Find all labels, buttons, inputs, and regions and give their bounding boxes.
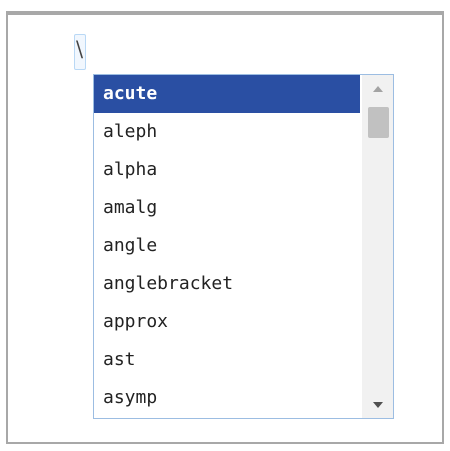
autocomplete-item-amalg[interactable]: amalg bbox=[94, 189, 360, 227]
scrollbar-thumb[interactable] bbox=[368, 107, 389, 138]
autocomplete-item-aleph[interactable]: aleph bbox=[94, 113, 360, 151]
editor-input[interactable]: \ bbox=[76, 36, 83, 62]
vertical-scrollbar[interactable] bbox=[362, 75, 393, 418]
autocomplete-item-anglebracket[interactable]: anglebracket bbox=[94, 265, 360, 303]
autocomplete-item-angle[interactable]: angle bbox=[94, 227, 360, 265]
autocomplete-item-acute[interactable]: acute bbox=[94, 75, 360, 113]
autocomplete-item-alpha[interactable]: alpha bbox=[94, 151, 360, 189]
triangle-up-icon bbox=[372, 85, 383, 92]
autocomplete-item-asymp[interactable]: asymp bbox=[94, 379, 360, 417]
autocomplete-list: acute aleph alpha amalg angle anglebrack… bbox=[94, 75, 360, 418]
autocomplete-popup[interactable]: acute aleph alpha amalg angle anglebrack… bbox=[93, 74, 394, 419]
autocomplete-item-approx[interactable]: approx bbox=[94, 303, 360, 341]
triangle-down-icon bbox=[372, 401, 383, 408]
scroll-up-button[interactable] bbox=[362, 75, 393, 102]
autocomplete-item-ast[interactable]: ast bbox=[94, 341, 360, 379]
scroll-down-button[interactable] bbox=[362, 391, 393, 418]
editor-frame[interactable]: \ acute aleph alpha amalg angle anglebra… bbox=[6, 11, 444, 444]
